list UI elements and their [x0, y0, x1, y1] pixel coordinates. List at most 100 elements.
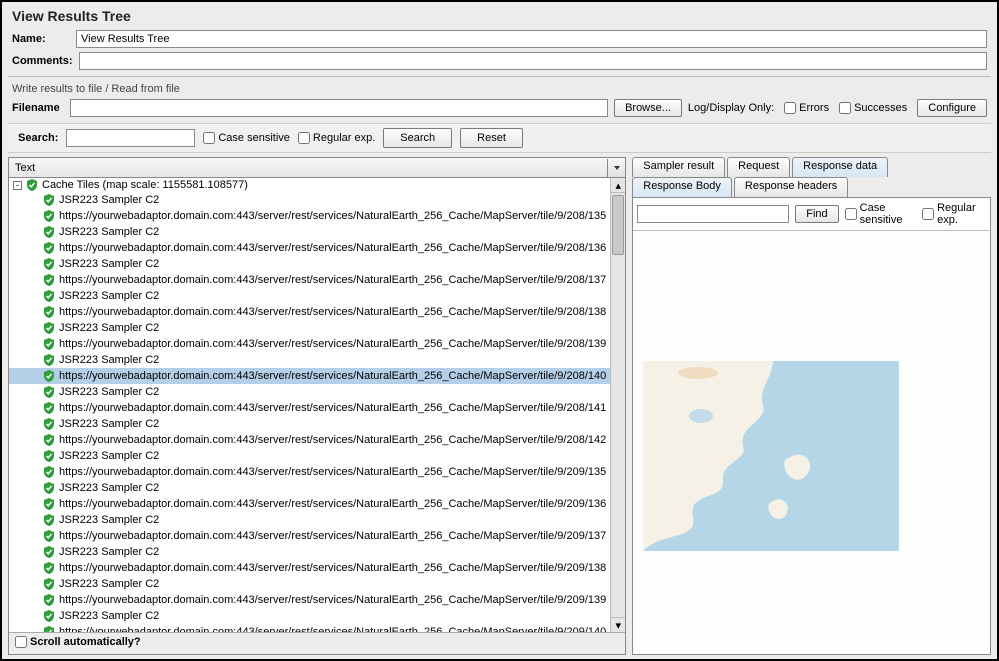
name-field[interactable]: [76, 30, 987, 48]
tree-node-label: https://yourwebadaptor.domain.com:443/se…: [59, 434, 606, 446]
search-bar: Search: Case sensitive Regular exp. Sear…: [8, 123, 991, 153]
tree-node[interactable]: JSR223 Sampler C2: [9, 416, 610, 432]
tree-node[interactable]: JSR223 Sampler C2: [9, 224, 610, 240]
results-tree[interactable]: - Cache Tiles (map scale: 1155581.108577…: [9, 178, 610, 632]
tree-node-label: JSR223 Sampler C2: [59, 514, 159, 526]
tab-sampler-result[interactable]: Sampler result: [632, 157, 725, 177]
tree-node[interactable]: JSR223 Sampler C2: [9, 288, 610, 304]
shield-check-icon: [43, 386, 55, 398]
collapse-icon[interactable]: -: [13, 181, 22, 190]
tree-node[interactable]: https://yourwebadaptor.domain.com:443/se…: [9, 528, 610, 544]
tree-node-label: JSR223 Sampler C2: [59, 578, 159, 590]
shield-check-icon: [43, 626, 55, 632]
log-display-label: Log/Display Only:: [688, 102, 774, 114]
tree-node[interactable]: https://yourwebadaptor.domain.com:443/se…: [9, 592, 610, 608]
response-tabs: Sampler result Request Response data: [632, 157, 991, 177]
scroll-auto-checkbox[interactable]: Scroll automatically?: [15, 636, 141, 648]
tree-node[interactable]: https://yourwebadaptor.domain.com:443/se…: [9, 400, 610, 416]
scrollbar-thumb[interactable]: [612, 195, 624, 255]
tree-node-label: JSR223 Sampler C2: [59, 418, 159, 430]
scroll-up-icon[interactable]: ▴: [611, 178, 625, 193]
errors-checkbox[interactable]: Errors: [784, 102, 829, 114]
results-tree-pane: Text - Cache Tiles (map scale: 1155581.1…: [8, 157, 626, 655]
shield-check-icon: [43, 546, 55, 558]
tree-node[interactable]: https://yourwebadaptor.domain.com:443/se…: [9, 464, 610, 480]
tree-node[interactable]: JSR223 Sampler C2: [9, 480, 610, 496]
tree-node[interactable]: https://yourwebadaptor.domain.com:443/se…: [9, 304, 610, 320]
shield-check-icon: [43, 354, 55, 366]
response-body-panel: Find Case sensitive Regular exp.: [632, 197, 991, 655]
tab-response-data[interactable]: Response data: [792, 157, 888, 177]
shield-check-icon: [43, 530, 55, 542]
tree-node[interactable]: https://yourwebadaptor.domain.com:443/se…: [9, 496, 610, 512]
tree-node[interactable]: https://yourwebadaptor.domain.com:443/se…: [9, 208, 610, 224]
tree-node-label: https://yourwebadaptor.domain.com:443/se…: [59, 466, 606, 478]
shield-check-icon: [43, 226, 55, 238]
browse-button[interactable]: Browse...: [614, 99, 682, 117]
search-case-checkbox[interactable]: Case sensitive: [203, 132, 290, 144]
renderer-header-text: Text: [9, 162, 607, 174]
shield-check-icon: [43, 242, 55, 254]
response-image-area: [633, 231, 990, 654]
tree-node[interactable]: https://yourwebadaptor.domain.com:443/se…: [9, 560, 610, 576]
shield-check-icon: [26, 179, 38, 191]
tree-node[interactable]: JSR223 Sampler C2: [9, 256, 610, 272]
find-input[interactable]: [637, 205, 789, 223]
tab-request[interactable]: Request: [727, 157, 790, 177]
configure-button[interactable]: Configure: [917, 99, 987, 117]
find-regex-checkbox[interactable]: Regular exp.: [922, 202, 986, 226]
tree-node[interactable]: JSR223 Sampler C2: [9, 192, 610, 208]
shield-check-icon: [43, 594, 55, 606]
shield-check-icon: [43, 210, 55, 222]
tree-node[interactable]: JSR223 Sampler C2: [9, 608, 610, 624]
tree-node[interactable]: JSR223 Sampler C2: [9, 384, 610, 400]
tree-node[interactable]: https://yourwebadaptor.domain.com:443/se…: [9, 368, 610, 384]
shield-check-icon: [43, 306, 55, 318]
tree-node[interactable]: JSR223 Sampler C2: [9, 448, 610, 464]
tree-node-label: https://yourwebadaptor.domain.com:443/se…: [59, 626, 606, 632]
tree-root[interactable]: - Cache Tiles (map scale: 1155581.108577…: [9, 178, 610, 192]
successes-checkbox[interactable]: Successes: [839, 102, 907, 114]
tree-node[interactable]: https://yourwebadaptor.domain.com:443/se…: [9, 624, 610, 632]
shield-check-icon: [43, 258, 55, 270]
tree-node[interactable]: https://yourwebadaptor.domain.com:443/se…: [9, 272, 610, 288]
shield-check-icon: [43, 450, 55, 462]
tree-node-label: JSR223 Sampler C2: [59, 482, 159, 494]
reset-button[interactable]: Reset: [460, 128, 523, 148]
search-regex-checkbox[interactable]: Regular exp.: [298, 132, 375, 144]
tree-node[interactable]: JSR223 Sampler C2: [9, 512, 610, 528]
tree-node-label: JSR223 Sampler C2: [59, 546, 159, 558]
tree-node-label: https://yourwebadaptor.domain.com:443/se…: [59, 594, 606, 606]
tree-node[interactable]: https://yourwebadaptor.domain.com:443/se…: [9, 432, 610, 448]
find-button[interactable]: Find: [795, 205, 838, 223]
renderer-dropdown[interactable]: [607, 159, 625, 177]
shield-check-icon: [43, 402, 55, 414]
shield-check-icon: [43, 562, 55, 574]
comments-field[interactable]: [79, 52, 987, 70]
shield-check-icon: [43, 194, 55, 206]
tree-node-label: JSR223 Sampler C2: [59, 194, 159, 206]
filename-field[interactable]: [70, 99, 608, 117]
search-button[interactable]: Search: [383, 128, 452, 148]
shield-check-icon: [43, 274, 55, 286]
shield-check-icon: [43, 370, 55, 382]
tab-response-headers[interactable]: Response headers: [734, 177, 848, 197]
filename-label: Filename: [12, 102, 64, 114]
search-input[interactable]: [66, 129, 195, 147]
tree-scrollbar[interactable]: ▴ ▾: [610, 178, 625, 632]
tree-node-label: JSR223 Sampler C2: [59, 386, 159, 398]
tree-node[interactable]: JSR223 Sampler C2: [9, 320, 610, 336]
find-bar: Find Case sensitive Regular exp.: [633, 198, 990, 231]
shield-check-icon: [43, 322, 55, 334]
tree-node[interactable]: JSR223 Sampler C2: [9, 544, 610, 560]
tab-response-body[interactable]: Response Body: [632, 177, 732, 197]
response-sub-tabs: Response Body Response headers: [632, 177, 991, 197]
find-case-checkbox[interactable]: Case sensitive: [845, 202, 916, 226]
tree-node[interactable]: https://yourwebadaptor.domain.com:443/se…: [9, 336, 610, 352]
shield-check-icon: [43, 610, 55, 622]
response-pane: Sampler result Request Response data Res…: [632, 157, 991, 655]
tree-node[interactable]: JSR223 Sampler C2: [9, 576, 610, 592]
tree-node[interactable]: JSR223 Sampler C2: [9, 352, 610, 368]
scroll-down-icon[interactable]: ▾: [611, 617, 625, 632]
tree-node[interactable]: https://yourwebadaptor.domain.com:443/se…: [9, 240, 610, 256]
